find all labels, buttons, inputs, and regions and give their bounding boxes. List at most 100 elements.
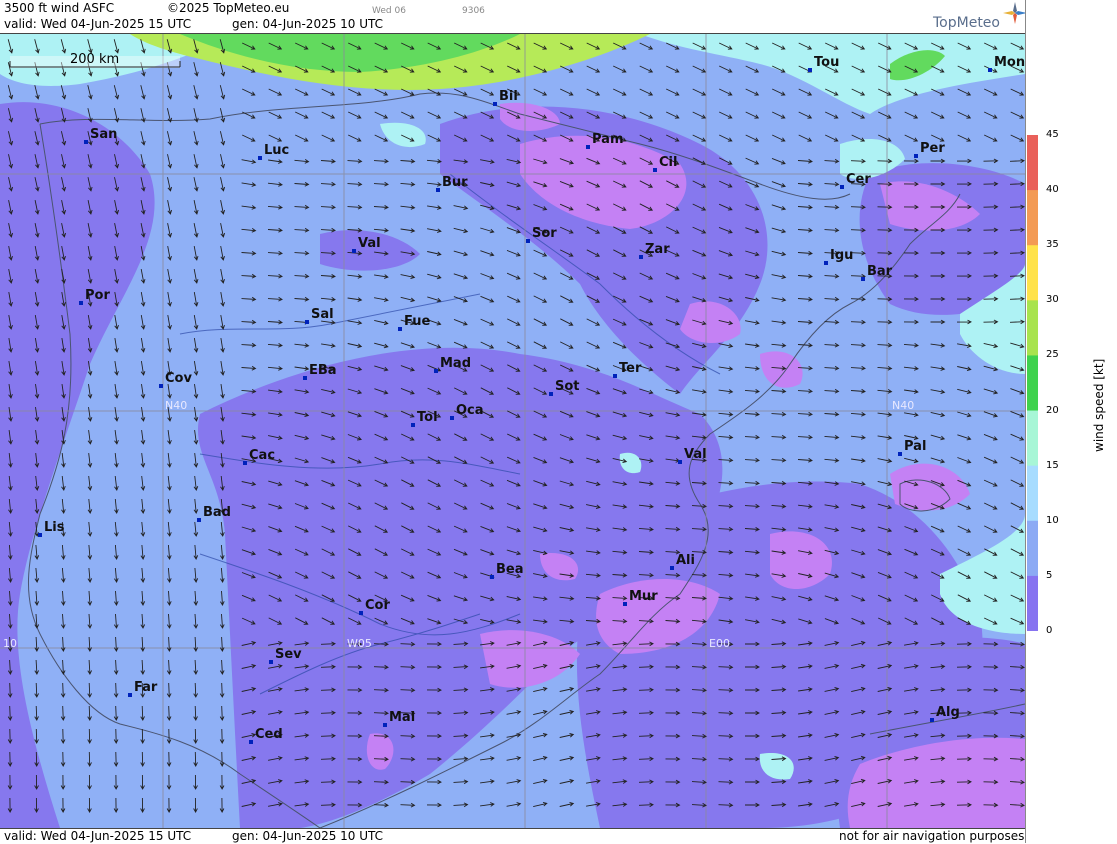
city-label[interactable]: Igu xyxy=(830,248,853,263)
city-label[interactable]: Mon xyxy=(994,55,1025,70)
city-label[interactable]: Oca xyxy=(456,403,484,418)
day-tab[interactable]: Wed 06 xyxy=(372,4,406,18)
city-label[interactable]: Mur xyxy=(629,589,658,604)
city-label[interactable]: Cer xyxy=(846,172,871,187)
city-marker[interactable] xyxy=(359,611,363,615)
brand-logo-text[interactable]: TopMeteo xyxy=(933,15,1000,31)
colorbar-band xyxy=(1027,520,1038,577)
city-label[interactable]: Per xyxy=(920,141,945,156)
city-label[interactable]: Bad xyxy=(203,505,231,520)
scale-bar-label: 200 km xyxy=(70,52,120,67)
city-marker[interactable] xyxy=(197,518,201,522)
colorbar-tick: 10 xyxy=(1046,514,1059,526)
city-label[interactable]: Por xyxy=(85,288,110,303)
city-label[interactable]: Pal xyxy=(904,439,926,454)
city-label[interactable]: Ali xyxy=(676,553,695,568)
city-marker[interactable] xyxy=(840,185,844,189)
city-label[interactable]: Ter xyxy=(619,361,641,376)
city-marker[interactable] xyxy=(305,320,309,324)
city-label[interactable]: Lis xyxy=(44,520,64,535)
city-marker[interactable] xyxy=(352,249,356,253)
colorbar-tick: 15 xyxy=(1046,459,1059,471)
city-marker[interactable] xyxy=(249,740,253,744)
city-label[interactable]: Cac xyxy=(249,448,275,463)
city-marker[interactable] xyxy=(678,460,682,464)
colorbar-band xyxy=(1027,190,1038,246)
city-label[interactable]: Far xyxy=(134,680,157,695)
footer-gen-time: gen: 04-Jun-2025 10 UTC xyxy=(232,829,384,843)
city-marker[interactable] xyxy=(303,376,307,380)
city-marker[interactable] xyxy=(549,392,553,396)
city-marker[interactable] xyxy=(526,239,530,243)
city-label[interactable]: Cov xyxy=(165,371,192,386)
city-label[interactable]: Bil xyxy=(499,89,518,104)
grid-label-lon-w05: W05 xyxy=(347,637,372,650)
city-marker[interactable] xyxy=(434,369,438,373)
city-marker[interactable] xyxy=(639,255,643,259)
city-label[interactable]: EBa xyxy=(309,363,337,378)
city-label[interactable]: Fue xyxy=(404,314,430,329)
city-marker[interactable] xyxy=(269,660,273,664)
city-marker[interactable] xyxy=(653,168,657,172)
city-label[interactable]: Tou xyxy=(814,55,839,70)
city-label[interactable]: Luc xyxy=(264,143,289,158)
city-label[interactable]: San xyxy=(90,127,117,142)
city-label[interactable]: Mal xyxy=(389,710,415,725)
gen-time: gen: 04-Jun-2025 10 UTC xyxy=(232,17,384,31)
city-marker[interactable] xyxy=(988,68,992,72)
city-marker[interactable] xyxy=(258,156,262,160)
city-marker[interactable] xyxy=(411,423,415,427)
city-marker[interactable] xyxy=(824,261,828,265)
colorbar-tick: 25 xyxy=(1046,349,1059,361)
city-label[interactable]: Sal xyxy=(311,307,334,322)
city-label[interactable]: Zar xyxy=(645,242,670,257)
grid-label-lon-w10: 10 xyxy=(3,637,17,650)
city-marker[interactable] xyxy=(861,277,865,281)
city-label[interactable]: Val xyxy=(684,447,707,462)
city-marker[interactable] xyxy=(493,102,497,106)
city-marker[interactable] xyxy=(623,602,627,606)
disclaimer: not for air navigation purposes xyxy=(839,829,1025,843)
city-marker[interactable] xyxy=(450,416,454,420)
city-label[interactable]: Sot xyxy=(555,379,580,394)
city-label[interactable]: Bea xyxy=(496,562,524,577)
city-marker[interactable] xyxy=(490,575,494,579)
city-marker[interactable] xyxy=(436,188,440,192)
city-label[interactable]: Cor xyxy=(365,598,390,613)
wind-map[interactable] xyxy=(0,34,1025,828)
city-marker[interactable] xyxy=(808,68,812,72)
city-marker[interactable] xyxy=(586,145,590,149)
city-label[interactable]: Mad xyxy=(440,356,471,371)
grid-label-lat-west: N40 xyxy=(165,399,188,412)
city-marker[interactable] xyxy=(79,301,83,305)
city-label[interactable]: Sev xyxy=(275,647,302,662)
city-marker[interactable] xyxy=(84,140,88,144)
city-label[interactable]: Cil xyxy=(659,155,677,170)
copyright: ©2025 TopMeteo.eu xyxy=(167,1,290,15)
city-label[interactable]: Bar xyxy=(867,264,892,279)
city-label[interactable]: Pam xyxy=(592,132,624,147)
city-marker[interactable] xyxy=(38,533,42,537)
colorbar-band xyxy=(1027,135,1038,191)
product-title: 3500 ft wind ASFC xyxy=(4,1,115,15)
city-marker[interactable] xyxy=(914,154,918,158)
city-marker[interactable] xyxy=(398,327,402,331)
city-label[interactable]: Tol xyxy=(417,410,438,425)
map-header: 3500 ft wind ASFC ©2025 TopMeteo.eu Wed … xyxy=(0,0,1025,34)
city-marker[interactable] xyxy=(898,452,902,456)
footer-valid-time: valid: Wed 04-Jun-2025 15 UTC xyxy=(4,829,192,843)
city-label[interactable]: Sor xyxy=(532,226,557,241)
city-marker[interactable] xyxy=(670,566,674,570)
city-marker[interactable] xyxy=(128,693,132,697)
city-marker[interactable] xyxy=(243,461,247,465)
city-marker[interactable] xyxy=(159,384,163,388)
colorbar-tick: 35 xyxy=(1046,239,1059,251)
city-marker[interactable] xyxy=(613,374,617,378)
grid-label-lat-east: N40 xyxy=(892,399,915,412)
city-label[interactable]: Ced xyxy=(255,727,283,742)
city-label[interactable]: Val xyxy=(358,236,381,251)
city-marker[interactable] xyxy=(930,718,934,722)
city-marker[interactable] xyxy=(383,723,387,727)
city-label[interactable]: Bur xyxy=(442,175,468,190)
city-label[interactable]: Alg xyxy=(936,705,960,720)
